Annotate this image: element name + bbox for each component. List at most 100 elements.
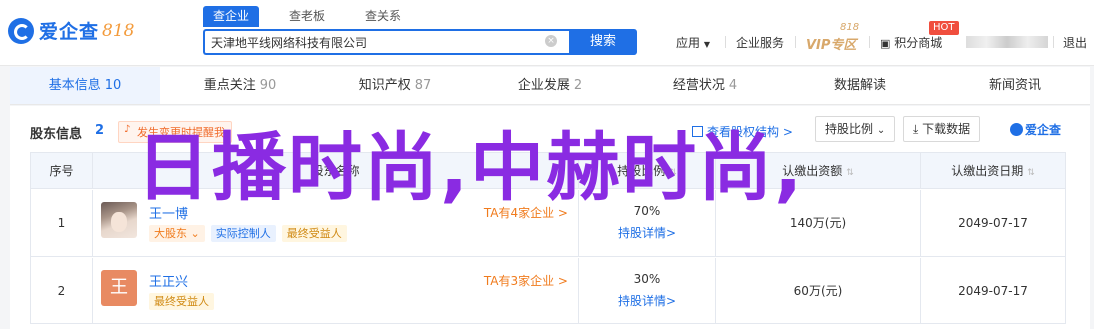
hot-badge: HOT bbox=[929, 21, 959, 35]
mini-logo: 爱企查 bbox=[1010, 121, 1061, 138]
mini-logo-text: 爱企查 bbox=[1025, 123, 1062, 137]
tab-development[interactable]: 企业发展 2 bbox=[475, 67, 625, 104]
enterprise-service-link[interactable]: 企业服务 bbox=[736, 34, 784, 51]
shareholder-table: 序号 股东名称 持股比例 ⇅ 认缴出资额 ⇅ 认缴出资日期 ⇅ 1 王一博 大股东 ⌄… bbox=[30, 152, 1066, 324]
sort-icon: ⇅ bbox=[669, 168, 677, 178]
holding-detail-link[interactable]: 持股详情> bbox=[579, 224, 715, 241]
table-header: 序号 股东名称 持股比例 ⇅ 认缴出资额 ⇅ 认缴出资日期 ⇅ bbox=[31, 153, 1065, 189]
points-mall-label: 积分商城 bbox=[894, 36, 943, 50]
user-name-blurred[interactable] bbox=[966, 36, 1048, 48]
section-title: 股东信息 bbox=[30, 127, 83, 142]
section-count: 2 bbox=[95, 123, 105, 138]
search-input[interactable] bbox=[205, 31, 535, 53]
avatar[interactable]: 王 bbox=[101, 270, 137, 306]
divider bbox=[795, 36, 796, 48]
top-header: 爱企查 818 查企业 查老板 查关系 × 搜索 应用 ▼ 企业服务 818 V… bbox=[0, 0, 1094, 66]
ratio-value: 30% bbox=[633, 272, 661, 286]
divider bbox=[725, 36, 726, 48]
shareholder-name-link[interactable]: 王一博 bbox=[149, 203, 188, 222]
apps-menu[interactable]: 应用 ▼ bbox=[676, 34, 710, 51]
related-companies-link[interactable]: TA有3家企业 > bbox=[484, 272, 568, 289]
tab-label: 重点关注 bbox=[203, 78, 256, 93]
row-ratio-cell: 30% 持股详情> bbox=[579, 258, 716, 324]
row-name-cell: 王 王正兴 最终受益人 TA有3家企业 > bbox=[93, 258, 579, 324]
sort-ratio-label: 持股比例 bbox=[825, 122, 874, 136]
tag-beneficiary: 最终受益人 bbox=[149, 293, 214, 310]
vip-zone-link[interactable]: VIP专区 bbox=[806, 34, 856, 53]
tab-news[interactable]: 新闻资讯 bbox=[940, 67, 1090, 104]
avatar[interactable] bbox=[101, 202, 137, 238]
table-row: 2 王 王正兴 最终受益人 TA有3家企业 > 30% 持股详情> 60万(元)… bbox=[31, 258, 1065, 324]
row-ratio-cell: 70% 持股详情> bbox=[579, 190, 716, 256]
points-mall-link[interactable]: ▣ 积分商城 bbox=[880, 34, 942, 51]
logo-icon bbox=[8, 17, 34, 44]
change-alert-label: 发生变更时提醒我 bbox=[137, 126, 225, 139]
structure-icon bbox=[692, 126, 703, 137]
header-idx: 序号 bbox=[31, 153, 93, 188]
gift-icon: ▣ bbox=[880, 37, 891, 50]
tag-beneficiary: 最终受益人 bbox=[281, 225, 347, 242]
header-ratio-label: 持股比例 bbox=[617, 164, 666, 178]
row-date: 2049-07-17 bbox=[958, 216, 1028, 230]
tag-controller: 实际控制人 bbox=[210, 225, 276, 242]
divider bbox=[869, 36, 870, 48]
header-date-label: 认缴出资日期 bbox=[951, 164, 1024, 178]
divider bbox=[1053, 36, 1054, 48]
ratio-value: 70% bbox=[633, 204, 661, 218]
row-amount: 60万(元) bbox=[716, 258, 921, 324]
search-tab-relation[interactable]: 查关系 bbox=[355, 6, 411, 27]
row-index: 2 bbox=[31, 258, 93, 324]
row-amount: 140万(元) bbox=[716, 190, 921, 256]
equity-structure-label: 查看股权结构 > bbox=[707, 125, 793, 139]
sort-ratio-button[interactable]: 持股比例 ⌄ bbox=[815, 116, 896, 142]
logo[interactable]: 爱企查 818 bbox=[8, 17, 134, 44]
tab-ip[interactable]: 知识产权 87 bbox=[320, 67, 470, 104]
shareholder-panel: 股东信息 2 ♪ 发生变更时提醒我 查看股权结构 > 持股比例 ⌄ ⤓ 下载数据 … bbox=[10, 106, 1090, 329]
clear-icon[interactable]: × bbox=[545, 35, 557, 47]
search-tab-company[interactable]: 查企业 bbox=[203, 6, 260, 27]
tab-label: 经营状况 bbox=[672, 78, 725, 93]
header-name: 股东名称 bbox=[93, 153, 579, 188]
tab-label: 数据解读 bbox=[833, 78, 886, 93]
tab-basic-info[interactable]: 基本信息 10 bbox=[10, 67, 160, 104]
header-amount-label: 认缴出资额 bbox=[782, 164, 843, 178]
tab-label: 企业发展 bbox=[517, 78, 570, 93]
download-data-button[interactable]: ⤓ 下载数据 bbox=[903, 116, 981, 142]
shareholder-tags: 最终受益人 bbox=[149, 293, 220, 310]
tab-data-insight[interactable]: 数据解读 bbox=[785, 67, 935, 104]
row-name-cell: 王一博 大股东 ⌄ 实际控制人 最终受益人 TA有4家企业 > bbox=[93, 190, 579, 256]
tag-label: 大股东 bbox=[154, 227, 187, 240]
header-date[interactable]: 认缴出资日期 ⇅ bbox=[921, 153, 1065, 188]
table-row: 1 王一博 大股东 ⌄ 实际控制人 最终受益人 TA有4家企业 > 70% 持股… bbox=[31, 190, 1065, 257]
related-companies-link[interactable]: TA有4家企业 > bbox=[484, 204, 568, 221]
holding-detail-link[interactable]: 持股详情> bbox=[579, 292, 715, 309]
row-date: 2049-07-17 bbox=[958, 284, 1028, 298]
section-tabs: 基本信息 10 重点关注 90 知识产权 87 企业发展 2 经营状况 4 数据解读 新闻… bbox=[10, 67, 1090, 105]
logo-text: 爱企查 bbox=[39, 21, 100, 43]
tab-label: 知识产权 bbox=[358, 78, 411, 93]
search-tab-boss[interactable]: 查老板 bbox=[279, 6, 335, 27]
tab-count: 4 bbox=[728, 78, 738, 93]
tab-count: 87 bbox=[414, 78, 432, 93]
tab-count: 2 bbox=[573, 78, 583, 93]
shareholder-name-link[interactable]: 王正兴 bbox=[149, 271, 188, 290]
apps-label: 应用 bbox=[676, 36, 701, 50]
tab-key-attention[interactable]: 重点关注 90 bbox=[165, 67, 315, 104]
logo-icon bbox=[1010, 123, 1023, 136]
tab-count: 90 bbox=[259, 78, 277, 93]
tab-operation[interactable]: 经营状况 4 bbox=[630, 67, 780, 104]
change-alert-button[interactable]: ♪ 发生变更时提醒我 bbox=[118, 121, 232, 143]
logout-link[interactable]: 退出 bbox=[1063, 34, 1087, 51]
bell-icon: ♪ bbox=[124, 124, 131, 135]
search-button[interactable]: 搜索 bbox=[569, 29, 637, 55]
tab-count: 10 bbox=[104, 78, 122, 93]
shareholder-tags: 大股东 ⌄ 实际控制人 最终受益人 bbox=[149, 225, 353, 242]
header-amount[interactable]: 认缴出资额 ⇅ bbox=[716, 153, 921, 188]
download-label: 下载数据 bbox=[922, 122, 971, 136]
search-box: × bbox=[203, 29, 569, 55]
vip-badge: 818 bbox=[840, 22, 860, 33]
tag-major-shareholder[interactable]: 大股东 ⌄ bbox=[149, 225, 205, 242]
header-ratio[interactable]: 持股比例 ⇅ bbox=[579, 153, 716, 188]
download-icon: ⤓ bbox=[913, 122, 919, 136]
equity-structure-link[interactable]: 查看股权结构 > bbox=[692, 123, 793, 140]
